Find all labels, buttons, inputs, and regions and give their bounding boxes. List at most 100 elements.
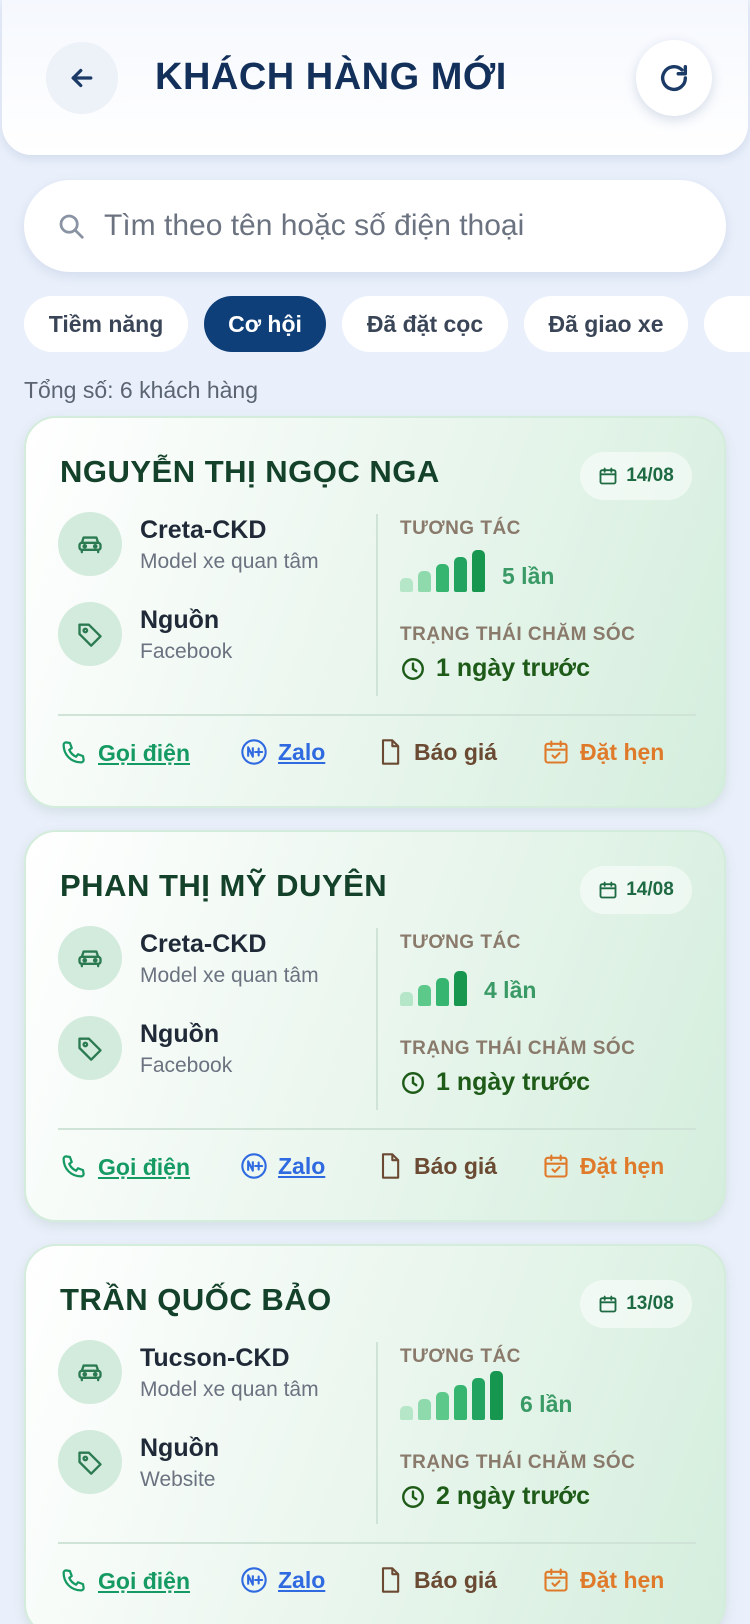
date-badge: 14/08 — [580, 452, 692, 500]
zalo-icon — [241, 739, 267, 765]
filter-tab-da-giao-xe[interactable]: Đã giao xe — [524, 296, 688, 352]
search-icon — [59, 214, 84, 239]
tag-icon-circle — [58, 1016, 122, 1080]
interaction-bar — [454, 1385, 467, 1420]
interaction-count: 5 lần — [502, 563, 555, 589]
source-title: Nguồn — [140, 606, 220, 634]
horizontal-divider — [58, 1542, 696, 1544]
vertical-divider — [376, 1342, 378, 1524]
filter-tab-da-dat-coc[interactable]: Đã đặt cọc — [342, 296, 508, 352]
model-label: Model xe quan tâm — [140, 550, 319, 573]
call-button[interactable]: Gọi điện — [58, 738, 190, 768]
care-status-label: TRẠNG THÁI CHĂM SÓC — [400, 624, 636, 645]
source-title: Nguồn — [140, 1434, 220, 1462]
date-text: 14/08 — [626, 879, 674, 900]
interaction-bar — [400, 1406, 413, 1420]
customer-name: TRẦN QUỐC BẢO — [60, 1282, 332, 1317]
clock-icon — [402, 657, 424, 680]
interaction-label: TƯƠNG TÁC — [400, 1346, 521, 1367]
calendar-check-icon — [544, 740, 568, 764]
phone-icon — [62, 1155, 85, 1178]
care-status-value: 1 ngày trước — [436, 654, 590, 682]
refresh-button[interactable] — [636, 40, 712, 116]
tag-icon — [78, 623, 102, 647]
appointment-button[interactable]: Đặt hẹn — [542, 1152, 664, 1180]
call-button[interactable]: Gọi điện — [58, 1152, 190, 1182]
car-icon-circle — [58, 1340, 122, 1404]
car-icon — [78, 950, 102, 968]
car-icon-circle — [58, 512, 122, 576]
vertical-divider — [376, 514, 378, 696]
document-icon — [381, 739, 400, 765]
phone-icon — [62, 1569, 85, 1592]
appointment-button[interactable]: Đặt hẹn — [542, 738, 664, 766]
date-text: 14/08 — [626, 465, 674, 486]
document-icon — [381, 1567, 400, 1593]
filter-tab-tiem-nang[interactable]: Tiềm năng — [24, 296, 188, 352]
customer-card[interactable]: PHAN THỊ MỸ DUYÊN 14/08 Creta-CKD Model … — [24, 830, 726, 1222]
source-value: Website — [140, 1468, 216, 1491]
interaction-bars: 5 lần — [400, 546, 554, 592]
interaction-bar — [454, 971, 467, 1006]
interaction-bar — [472, 1378, 485, 1420]
tag-icon-circle — [58, 1430, 122, 1494]
tag-icon-circle — [58, 602, 122, 666]
model-label: Model xe quan tâm — [140, 964, 319, 987]
car-icon-circle — [58, 926, 122, 990]
zalo-button[interactable]: Zalo — [240, 1566, 325, 1594]
filter-tab-co-hoi[interactable]: Cơ hội — [204, 296, 326, 352]
source-value: Facebook — [140, 640, 233, 663]
interaction-label: TƯƠNG TÁC — [400, 932, 521, 953]
vertical-divider — [376, 928, 378, 1110]
interaction-bar — [454, 557, 467, 592]
zalo-button[interactable]: Zalo — [240, 738, 325, 766]
interaction-bar — [436, 978, 449, 1006]
filter-tab-more[interactable] — [704, 296, 750, 352]
calendar-icon — [599, 881, 617, 899]
zalo-icon — [241, 1567, 267, 1593]
care-status-label: TRẠNG THÁI CHĂM SÓC — [400, 1038, 636, 1059]
model-name: Tucson-CKD — [140, 1344, 290, 1372]
date-text: 13/08 — [626, 1293, 674, 1314]
interaction-count: 6 lần — [520, 1391, 573, 1417]
interaction-bar — [400, 992, 413, 1006]
car-icon — [78, 1364, 102, 1382]
appointment-button[interactable]: Đặt hẹn — [542, 1566, 664, 1594]
search-bar[interactable] — [24, 180, 726, 272]
search-input[interactable] — [104, 209, 684, 243]
page-title: KHÁCH HÀNG MỚI — [155, 56, 507, 98]
call-button[interactable]: Gọi điện — [58, 1566, 190, 1596]
interaction-bar — [418, 571, 431, 592]
quote-button[interactable]: Báo giá — [376, 738, 497, 766]
interaction-bar — [436, 564, 449, 592]
tag-icon — [78, 1037, 102, 1061]
customer-card[interactable]: TRẦN QUỐC BẢO 13/08 Tucson-CKD Model xe … — [24, 1244, 726, 1624]
interaction-bar — [436, 1392, 449, 1420]
quote-button[interactable]: Báo giá — [376, 1566, 497, 1594]
interaction-count: 4 lần — [484, 977, 537, 1003]
model-name: Creta-CKD — [140, 930, 267, 958]
back-button[interactable] — [46, 42, 118, 114]
interaction-label: TƯƠNG TÁC — [400, 518, 521, 539]
source-value: Facebook — [140, 1054, 233, 1077]
clock-icon — [402, 1485, 424, 1508]
calendar-check-icon — [544, 1568, 568, 1592]
horizontal-divider — [58, 1128, 696, 1130]
interaction-bar — [472, 550, 485, 592]
filter-tabs: Tiềm năng Cơ hội Đã đặt cọc Đã giao xe — [24, 296, 750, 354]
model-label: Model xe quan tâm — [140, 1378, 319, 1401]
quote-button[interactable]: Báo giá — [376, 1152, 497, 1180]
customer-card[interactable]: NGUYỄN THỊ NGỌC NGA 14/08 Creta-CKD Mode… — [24, 416, 726, 808]
model-name: Creta-CKD — [140, 516, 267, 544]
calendar-icon — [599, 1295, 617, 1313]
zalo-button[interactable]: Zalo — [240, 1152, 325, 1180]
interaction-bar — [400, 578, 413, 592]
app-header: KHÁCH HÀNG MỚI — [2, 0, 748, 155]
care-status: 2 ngày trước — [400, 1482, 590, 1511]
tag-icon — [78, 1451, 102, 1475]
interaction-bars: 4 lần — [400, 960, 536, 1006]
interaction-bar — [418, 1399, 431, 1420]
zalo-icon — [241, 1153, 267, 1179]
horizontal-divider — [58, 714, 696, 716]
car-icon — [78, 536, 102, 554]
